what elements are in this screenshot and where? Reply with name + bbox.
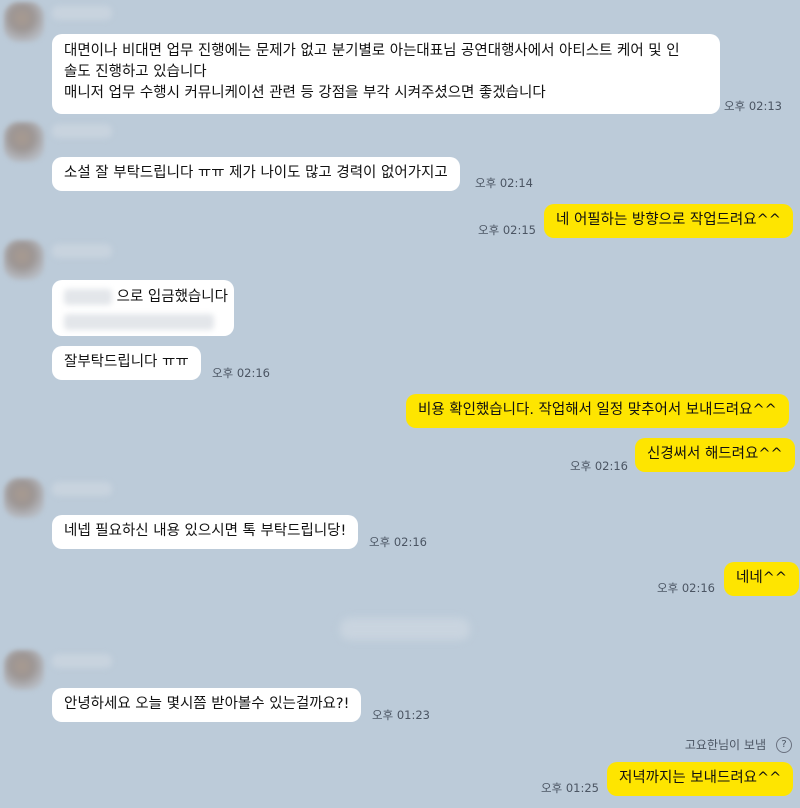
message-bubble[interactable]: 신경써서 해드려요^^: [635, 438, 795, 472]
message-text: 으로 입금했습니다: [116, 289, 228, 305]
message-time: 오후 01:23: [372, 708, 430, 722]
message-time: 오후 02:16: [212, 366, 270, 380]
message-time: 오후 02:13: [724, 99, 782, 113]
sender-notice: 고요한님이 보냄: [684, 738, 766, 752]
message-bubble[interactable]: 저녁까지는 보내드려요^^: [607, 762, 794, 796]
message-text: 신경써서 해드려요^^: [647, 446, 783, 462]
message-bubble[interactable]: 네네^^: [724, 562, 799, 596]
redacted-text: [64, 289, 112, 305]
sender-name: [52, 482, 112, 496]
message-text: 대면이나 비대면 업무 진행에는 문제가 없고 분기별로 아는대표님 공연대행사…: [64, 43, 680, 59]
message-text: 잘부탁드립니다 ㅠㅠ: [64, 354, 189, 370]
message-text: 솔도 진행하고 있습니다: [64, 64, 207, 80]
sender-name: [52, 124, 112, 138]
sender-name: [52, 654, 112, 668]
date-divider: [340, 618, 470, 640]
message-text: 저녁까지는 보내드려요^^: [619, 770, 782, 786]
message-text: 매니저 업무 수행시 커뮤니케이션 관련 등 강점을 부각 시켜주셨으면 좋겠습…: [64, 85, 546, 101]
message-text: 비용 확인했습니다. 작업해서 일정 맞추어서 보내드려요^^: [418, 402, 777, 418]
message-time: 오후 02:16: [657, 581, 715, 595]
sender-name: [52, 244, 112, 258]
avatar[interactable]: [4, 122, 44, 162]
message-text: 네 어필하는 방향으로 작업드려요^^: [556, 212, 781, 228]
message-time: 오후 02:16: [570, 459, 628, 473]
message-text: 소설 잘 부탁드립니다 ㅠㅠ 제가 나이도 많고 경력이 없어가지고: [64, 165, 448, 181]
message-bubble[interactable]: 잘부탁드립니다 ㅠㅠ: [52, 346, 201, 380]
avatar[interactable]: [4, 2, 44, 42]
message-text: 안녕하세요 오늘 몇시쯤 받아볼수 있는걸까요?!: [64, 696, 350, 712]
message-bubble[interactable]: 안녕하세요 오늘 몇시쯤 받아볼수 있는걸까요?!: [52, 688, 362, 722]
avatar[interactable]: [4, 650, 44, 690]
message-bubble[interactable]: 네 어필하는 방향으로 작업드려요^^: [544, 204, 793, 238]
message-time: 오후 01:25: [541, 781, 599, 795]
message-bubble[interactable]: 비용 확인했습니다. 작업해서 일정 맞추어서 보내드려요^^: [406, 394, 789, 428]
message-bubble[interactable]: 네넵 필요하신 내용 있으시면 톡 부탁드립니당!: [52, 515, 359, 549]
message-bubble[interactable]: 으로 입금했습니다: [52, 280, 234, 336]
help-icon[interactable]: ?: [776, 737, 792, 753]
message-time: 오후 02:14: [475, 176, 533, 190]
message-bubble[interactable]: 대면이나 비대면 업무 진행에는 문제가 없고 분기별로 아는대표님 공연대행사…: [52, 34, 720, 114]
message-time: 오후 02:15: [478, 223, 536, 237]
message-time: 오후 02:16: [369, 535, 427, 549]
redacted-text: [64, 314, 214, 330]
avatar[interactable]: [4, 240, 44, 280]
avatar[interactable]: [4, 478, 44, 518]
message-bubble[interactable]: 소설 잘 부탁드립니다 ㅠㅠ 제가 나이도 많고 경력이 없어가지고: [52, 157, 460, 191]
message-text: 네넵 필요하신 내용 있으시면 톡 부탁드립니당!: [64, 523, 347, 539]
message-text: 네네^^: [736, 570, 787, 586]
sender-name: [52, 6, 112, 20]
